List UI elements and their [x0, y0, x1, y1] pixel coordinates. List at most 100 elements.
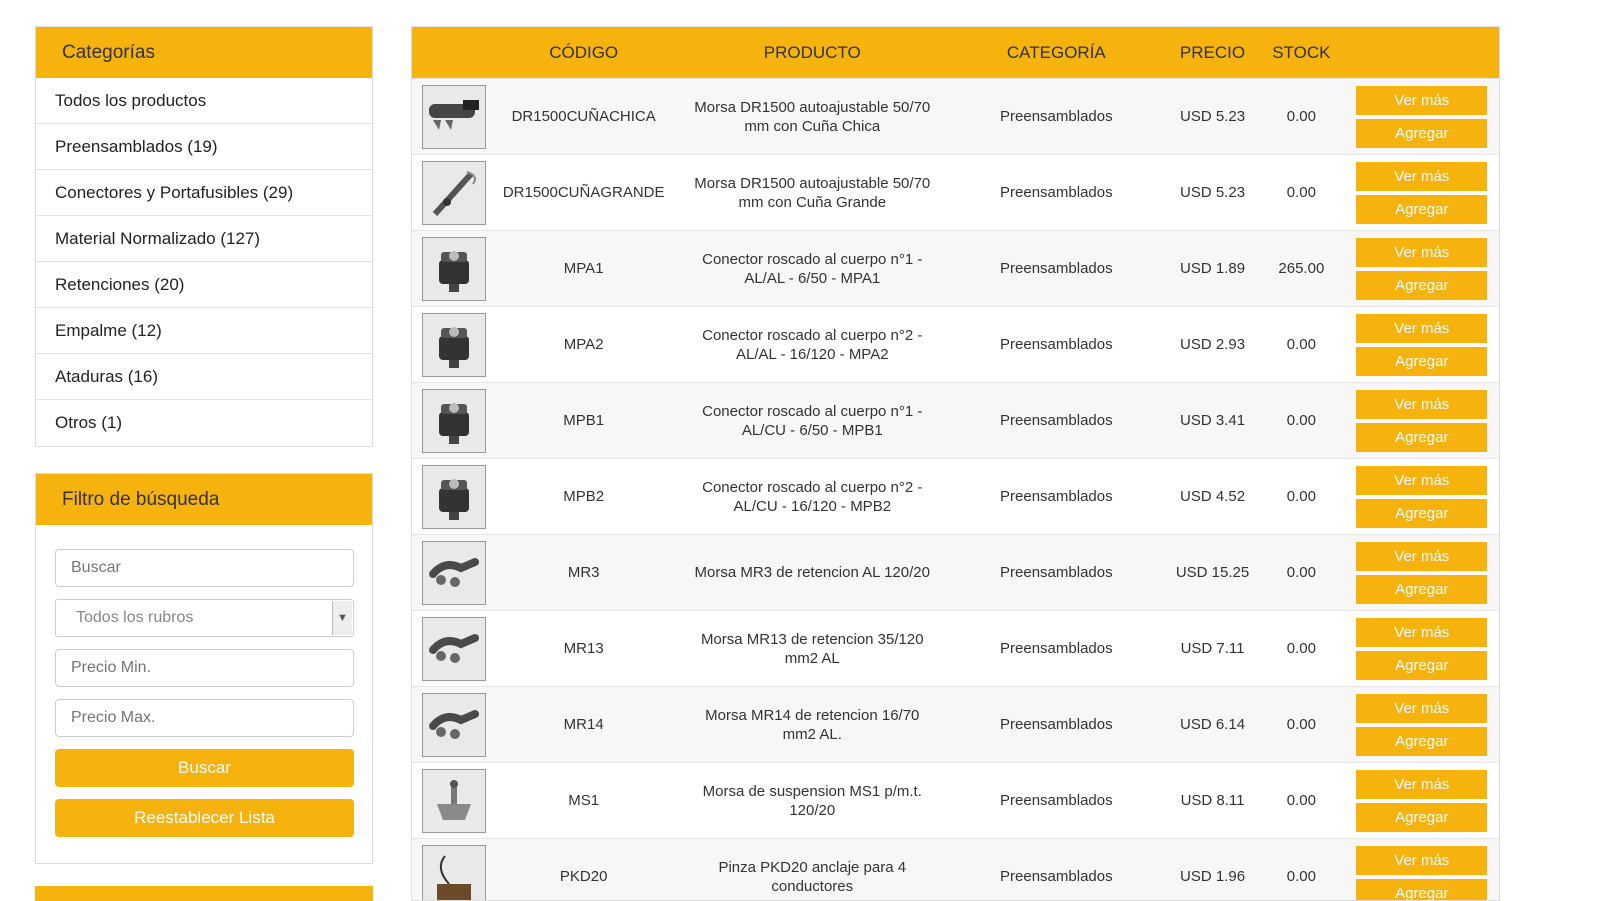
add-to-cart-button[interactable]: Agregar	[1356, 878, 1488, 900]
product-code: MPB2	[563, 488, 605, 505]
table-row: MPA1 Conector roscado al cuerpo n°1 - AL/…	[412, 230, 1499, 306]
products-table: CÓDIGO PRODUCTO CATEGORÍA PRECIO STOCK D…	[411, 26, 1500, 901]
product-price: USD 15.25	[1175, 564, 1250, 581]
actions-cell: Ver más Agregar	[1337, 845, 1499, 900]
category-item[interactable]: Preensamblados (19)	[36, 124, 372, 170]
table-row: MR14 Morsa MR14 de retencion 16/70 mm2 AL…	[412, 686, 1499, 762]
add-to-cart-button[interactable]: Agregar	[1356, 574, 1488, 604]
product-price: USD 3.41	[1180, 412, 1246, 429]
view-more-button[interactable]: Ver más	[1356, 313, 1488, 343]
product-name: Conector roscado al cuerpo n°2 - AL/AL -…	[702, 326, 923, 363]
add-to-cart-button[interactable]: Agregar	[1356, 346, 1488, 376]
view-more-button[interactable]: Ver más	[1356, 85, 1488, 115]
product-category: Preensamblados	[1000, 640, 1113, 657]
product-category: Preensamblados	[1000, 412, 1113, 429]
actions-cell: Ver más Agregar	[1337, 237, 1499, 300]
rubro-select[interactable]: Todos los rubros ▼	[55, 599, 354, 637]
category-item[interactable]: Empalme (12)	[36, 308, 372, 354]
product-name: Morsa MR14 de retencion 16/70 mm2 AL.	[705, 706, 920, 743]
view-more-button[interactable]: Ver más	[1356, 389, 1488, 419]
product-image-cell	[412, 692, 496, 757]
retention-clamp-image[interactable]	[421, 692, 486, 757]
product-stock: 0.00	[1286, 488, 1316, 505]
product-name: Morsa MR3 de retencion AL 120/20	[694, 564, 930, 581]
add-to-cart-button[interactable]: Agregar	[1356, 422, 1488, 452]
view-more-button[interactable]: Ver más	[1356, 693, 1488, 723]
connector-image[interactable]	[421, 236, 486, 301]
product-category: Preensamblados	[1000, 868, 1113, 885]
product-price: USD 2.93	[1180, 336, 1246, 353]
add-to-cart-button[interactable]: Agregar	[1356, 802, 1488, 832]
table-header: CÓDIGO PRODUCTO CATEGORÍA PRECIO STOCK	[412, 27, 1499, 78]
product-name: Pinza PKD20 anclaje para 4 conductores	[718, 858, 907, 895]
actions-cell: Ver más Agregar	[1337, 313, 1499, 376]
view-more-button[interactable]: Ver más	[1356, 769, 1488, 799]
product-stock: 0.00	[1286, 716, 1316, 733]
actions-cell: Ver más Agregar	[1337, 465, 1499, 528]
product-name: Morsa DR1500 autoajustable 50/70 mm con …	[694, 174, 931, 211]
retention-clamp-image[interactable]	[421, 540, 486, 605]
suspension-clamp-image[interactable]	[421, 768, 486, 833]
product-stock: 265.00	[1278, 260, 1325, 277]
product-stock: 0.00	[1286, 336, 1316, 353]
view-more-button[interactable]: Ver más	[1356, 845, 1488, 875]
product-image-cell	[412, 388, 496, 453]
product-price: USD 6.14	[1180, 716, 1246, 733]
product-stock: 0.00	[1286, 868, 1316, 885]
search-button[interactable]: Buscar	[55, 749, 354, 787]
category-item[interactable]: Otros (1)	[36, 400, 372, 446]
clamp-wire-image[interactable]	[421, 160, 486, 225]
header-category: CATEGORÍA	[1006, 42, 1106, 62]
category-item[interactable]: Ataduras (16)	[36, 354, 372, 400]
actions-cell: Ver más Agregar	[1337, 617, 1499, 680]
product-image-cell	[412, 160, 496, 225]
category-item[interactable]: Conectores y Portafusibles (29)	[36, 170, 372, 216]
product-name: Conector roscado al cuerpo n°1 - AL/CU -…	[702, 402, 923, 439]
product-price: USD 1.89	[1180, 260, 1246, 277]
product-image-cell	[412, 84, 496, 149]
price-max-input[interactable]	[55, 699, 354, 737]
connector-image[interactable]	[421, 388, 486, 453]
product-image-cell	[412, 768, 496, 833]
add-to-cart-button[interactable]: Agregar	[1356, 194, 1488, 224]
product-stock: 0.00	[1286, 792, 1316, 809]
view-more-button[interactable]: Ver más	[1356, 161, 1488, 191]
chevron-down-icon[interactable]: ▼	[332, 601, 352, 635]
add-to-cart-button[interactable]: Agregar	[1356, 650, 1488, 680]
retention-clamp-image[interactable]	[421, 616, 486, 681]
add-to-cart-button[interactable]: Agregar	[1356, 118, 1488, 148]
product-category: Preensamblados	[1000, 792, 1113, 809]
product-code: PKD20	[559, 868, 608, 885]
view-more-button[interactable]: Ver más	[1356, 465, 1488, 495]
actions-cell: Ver más Agregar	[1337, 389, 1499, 452]
connector-image[interactable]	[421, 312, 486, 377]
clamp-wedge-image[interactable]	[421, 84, 486, 149]
product-category: Preensamblados	[1000, 184, 1113, 201]
anchor-clamp-image[interactable]	[421, 844, 486, 900]
search-input[interactable]	[55, 549, 354, 587]
view-more-button[interactable]: Ver más	[1356, 541, 1488, 571]
product-code: MPA1	[563, 260, 604, 277]
table-row: MR13 Morsa MR13 de retencion 35/120 mm2 A…	[412, 610, 1499, 686]
product-image-cell	[412, 236, 496, 301]
category-item[interactable]: Retenciones (20)	[36, 262, 372, 308]
add-to-cart-button[interactable]: Agregar	[1356, 726, 1488, 756]
add-to-cart-button[interactable]: Agregar	[1356, 270, 1488, 300]
filter-panel: Filtro de búsqueda Todos los rubros ▼ Bu…	[35, 473, 373, 864]
view-more-button[interactable]: Ver más	[1356, 617, 1488, 647]
sidebar: Categorías Todos los productos Preensambl…	[35, 26, 373, 864]
header-code: CÓDIGO	[549, 42, 619, 62]
filter-body: Todos los rubros ▼ Buscar Reestablecer L…	[36, 525, 372, 863]
categories-panel: Categorías Todos los productos Preensambl…	[35, 26, 373, 447]
add-to-cart-button[interactable]: Agregar	[1356, 498, 1488, 528]
product-category: Preensamblados	[1000, 564, 1113, 581]
connector-image[interactable]	[421, 464, 486, 529]
price-min-input[interactable]	[55, 649, 354, 687]
product-name: Morsa DR1500 autoajustable 50/70 mm con …	[694, 98, 931, 135]
product-price: USD 5.23	[1180, 184, 1246, 201]
view-more-button[interactable]: Ver más	[1356, 237, 1488, 267]
category-item[interactable]: Material Normalizado (127)	[36, 216, 372, 262]
reset-list-button[interactable]: Reestablecer Lista	[55, 799, 354, 837]
category-item[interactable]: Todos los productos	[36, 78, 372, 124]
product-image-cell	[412, 464, 496, 529]
